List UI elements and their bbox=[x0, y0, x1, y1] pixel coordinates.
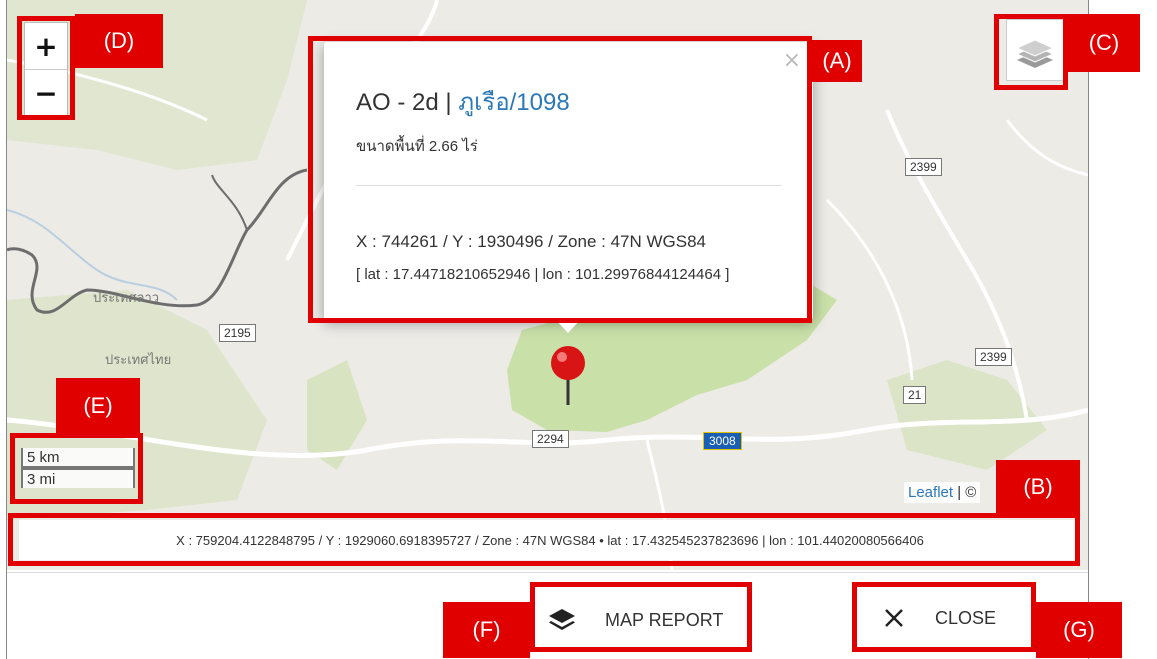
annotation-box-d bbox=[17, 16, 75, 120]
annotation-label-g: (G) bbox=[1036, 602, 1122, 658]
place-label-thailand: ประเทศไทย bbox=[105, 353, 172, 368]
annotation-label-f: (F) bbox=[443, 602, 530, 658]
attribution-rest: | © bbox=[953, 484, 977, 501]
place-label-laos: ประเทศลาว bbox=[93, 291, 160, 306]
annotation-box-e bbox=[10, 433, 143, 504]
route-shield: 2195 bbox=[219, 324, 256, 342]
annotation-box-b bbox=[8, 513, 1080, 566]
annotation-label-e: (E) bbox=[56, 378, 140, 433]
annotation-box-f bbox=[530, 582, 752, 652]
annotation-box-g bbox=[852, 582, 1036, 652]
leaflet-link[interactable]: Leaflet bbox=[908, 484, 953, 501]
annotation-label-a: (A) bbox=[812, 40, 862, 82]
annotation-label-d: (D) bbox=[75, 14, 163, 68]
route-shield: 3008 bbox=[703, 432, 742, 450]
annotation-label-c: (C) bbox=[1068, 14, 1140, 72]
route-shield: 2399 bbox=[975, 348, 1012, 366]
annotation-label-b: (B) bbox=[996, 460, 1080, 513]
attribution: Leaflet | © bbox=[904, 482, 981, 503]
route-shield: 21 bbox=[903, 386, 927, 404]
annotation-box-c bbox=[994, 14, 1068, 90]
route-shield: 2399 bbox=[905, 158, 942, 176]
map-pin-icon[interactable] bbox=[548, 343, 588, 407]
annotation-box-a bbox=[308, 36, 812, 323]
route-shield: 2294 bbox=[532, 430, 569, 448]
